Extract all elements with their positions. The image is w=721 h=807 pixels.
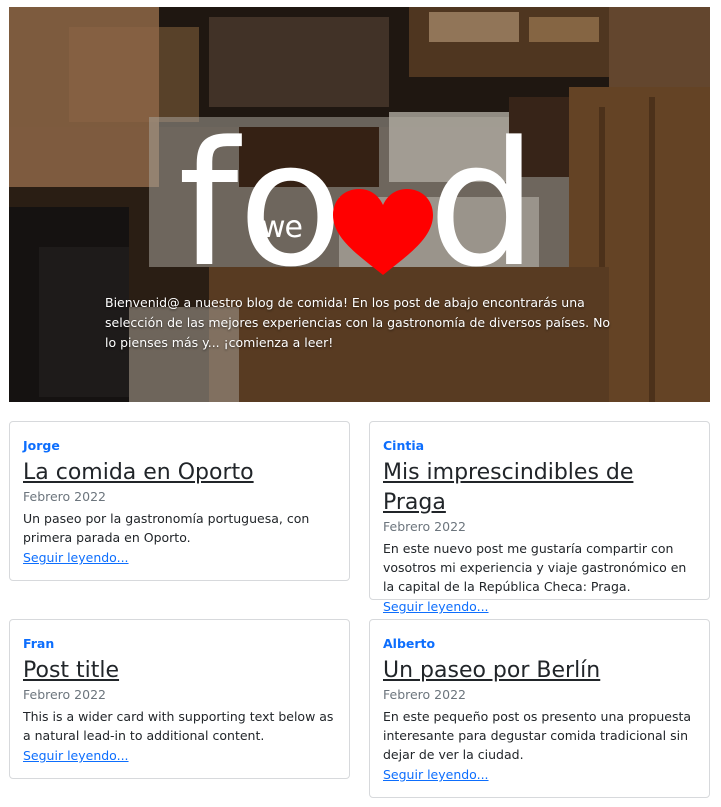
heart-icon bbox=[333, 189, 433, 275]
post-date: Febrero 2022 bbox=[383, 519, 466, 534]
post-excerpt: Un paseo por la gastronomía portuguesa, … bbox=[23, 511, 310, 545]
post-author: Cintia bbox=[383, 438, 425, 453]
post-author: Jorge bbox=[23, 438, 60, 453]
logo-letter-d: d bbox=[428, 104, 537, 305]
post-card: Jorge La comida en Oporto Febrero 2022 U… bbox=[9, 421, 350, 581]
logo-we: we bbox=[261, 210, 303, 245]
post-card: Cintia Mis imprescindibles de Praga Febr… bbox=[369, 421, 710, 614]
read-more-link[interactable]: Seguir leyendo... bbox=[383, 765, 489, 784]
post-title-link[interactable]: Mis imprescindibles de Praga bbox=[383, 458, 696, 518]
post-title-link[interactable]: Post title bbox=[23, 656, 336, 686]
post-excerpt: En este pequeño post os presento una pro… bbox=[383, 709, 692, 762]
logo-letter-f: f bbox=[178, 104, 239, 305]
post-date: Febrero 2022 bbox=[383, 687, 466, 702]
post-card: Fran Post title Febrero 2022 This is a w… bbox=[9, 619, 350, 779]
post-author: Alberto bbox=[383, 636, 436, 651]
post-title-link[interactable]: Un paseo por Berlín bbox=[383, 656, 696, 686]
post-author: Fran bbox=[23, 636, 55, 651]
logo-letter-o: o bbox=[238, 104, 343, 305]
hero-intro-text: Bienvenid@ a nuestro blog de comida! En … bbox=[105, 295, 611, 350]
read-more-link[interactable]: Seguir leyendo... bbox=[23, 746, 129, 765]
post-excerpt: En este nuevo post me gustaría compartir… bbox=[383, 541, 687, 594]
post-date: Febrero 2022 bbox=[23, 687, 106, 702]
post-card: Alberto Un paseo por Berlín Febrero 2022… bbox=[369, 619, 710, 798]
post-date: Febrero 2022 bbox=[23, 489, 106, 504]
post-title-link[interactable]: La comida en Oporto bbox=[23, 458, 336, 488]
post-excerpt: This is a wider card with supporting tex… bbox=[23, 709, 334, 743]
read-more-link[interactable]: Seguir leyendo... bbox=[23, 548, 129, 567]
read-more-link[interactable]: Seguir leyendo... bbox=[383, 597, 489, 616]
